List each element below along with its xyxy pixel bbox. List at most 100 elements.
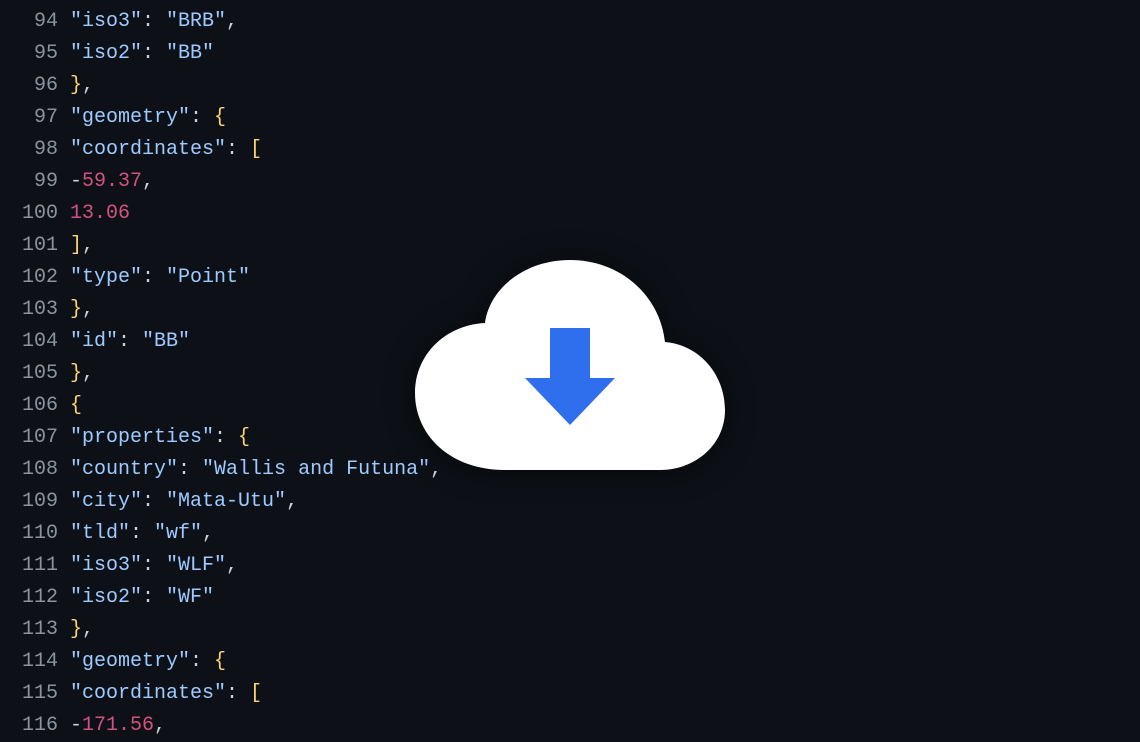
code-content: "iso3": "WLF", [70,550,1140,582]
line-number: 110 [0,518,70,550]
line-number: 96 [0,70,70,102]
line-number: 99 [0,166,70,198]
code-line: 101], [0,230,1140,262]
token-colon: : [130,522,154,545]
line-number: 101 [0,230,70,262]
code-line: 10013.06 [0,198,1140,230]
line-number: 94 [0,6,70,38]
token-punc: , [82,74,94,97]
line-number: 107 [0,422,70,454]
token-colon: : [142,266,166,289]
token-key: "city" [70,490,142,513]
line-number: 100 [0,198,70,230]
code-line: 105}, [0,358,1140,390]
token-num: 59.37 [82,170,142,193]
token-brack: ] [70,234,82,257]
token-key: "id" [70,330,118,353]
code-content: -59.37, [70,166,1140,198]
code-lines: 94"iso3": "BRB",95"iso2": "BB"96},97"geo… [0,6,1140,742]
code-content: "coordinates": [ [70,678,1140,710]
token-key: "type" [70,266,142,289]
token-colon: : [142,554,166,577]
token-colon: : [142,586,166,609]
token-str: "BRB" [166,10,226,33]
code-line: 97"geometry": { [0,102,1140,134]
token-brace: { [70,394,82,417]
line-number: 105 [0,358,70,390]
token-punc: , [430,458,442,481]
line-number: 106 [0,390,70,422]
code-line: 103}, [0,294,1140,326]
token-colon: : [190,106,214,129]
code-content: "type": "Point" [70,262,1140,294]
code-content: "properties": { [70,422,1140,454]
code-line: 94"iso3": "BRB", [0,6,1140,38]
code-content: ], [70,230,1140,262]
token-str: "BB" [142,330,190,353]
line-number: 104 [0,326,70,358]
code-content: "coordinates": [ [70,134,1140,166]
code-content: "city": "Mata-Utu", [70,486,1140,518]
token-key: "geometry" [70,650,190,673]
line-number: 116 [0,710,70,742]
token-num: 13.06 [70,202,130,225]
code-line: 95"iso2": "BB" [0,38,1140,70]
token-brace: { [214,650,226,673]
code-content: { [70,390,1140,422]
token-key: "iso2" [70,42,142,65]
code-line: 108"country": "Wallis and Futuna", [0,454,1140,486]
code-line: 99-59.37, [0,166,1140,198]
code-line: 102"type": "Point" [0,262,1140,294]
token-punc: , [226,554,238,577]
token-colon: : [118,330,142,353]
code-editor[interactable]: 94"iso3": "BRB",95"iso2": "BB"96},97"geo… [0,0,1140,742]
line-number: 111 [0,550,70,582]
token-punc: , [286,490,298,513]
code-line: 112"iso2": "WF" [0,582,1140,614]
code-line: 106{ [0,390,1140,422]
token-brace: } [70,298,82,321]
line-number: 98 [0,134,70,166]
token-brace: { [214,106,226,129]
token-brace: } [70,362,82,385]
token-key: "properties" [70,426,214,449]
token-colon: : [142,42,166,65]
line-number: 109 [0,486,70,518]
token-str: "Mata-Utu" [166,490,286,513]
line-number: 115 [0,678,70,710]
token-str: "wf" [154,522,202,545]
token-str: "Point" [166,266,250,289]
token-key: "iso3" [70,554,142,577]
token-punc: , [154,714,166,737]
token-colon: : [226,682,250,705]
token-punc: , [202,522,214,545]
token-colon: : [178,458,202,481]
code-content: 13.06 [70,198,1140,230]
token-str: "Wallis and Futuna" [202,458,430,481]
line-number: 102 [0,262,70,294]
code-content: "iso2": "BB" [70,38,1140,70]
code-content: "geometry": { [70,102,1140,134]
token-key: "geometry" [70,106,190,129]
code-content: }, [70,70,1140,102]
token-key: "iso2" [70,586,142,609]
code-line: 115"coordinates": [ [0,678,1140,710]
code-line: 98"coordinates": [ [0,134,1140,166]
line-number: 95 [0,38,70,70]
token-brace: } [70,618,82,641]
code-content: -171.56, [70,710,1140,742]
token-key: "coordinates" [70,138,226,161]
code-content: "tld": "wf", [70,518,1140,550]
line-number: 108 [0,454,70,486]
token-brack: [ [250,138,262,161]
token-colon: : [142,490,166,513]
token-punc: , [82,298,94,321]
token-punc: - [70,170,82,193]
code-line: 113}, [0,614,1140,646]
token-brace: } [70,74,82,97]
code-line: 107"properties": { [0,422,1140,454]
token-str: "BB" [166,42,214,65]
code-content: "country": "Wallis and Futuna", [70,454,1140,486]
code-content: "iso3": "BRB", [70,6,1140,38]
code-line: 114"geometry": { [0,646,1140,678]
